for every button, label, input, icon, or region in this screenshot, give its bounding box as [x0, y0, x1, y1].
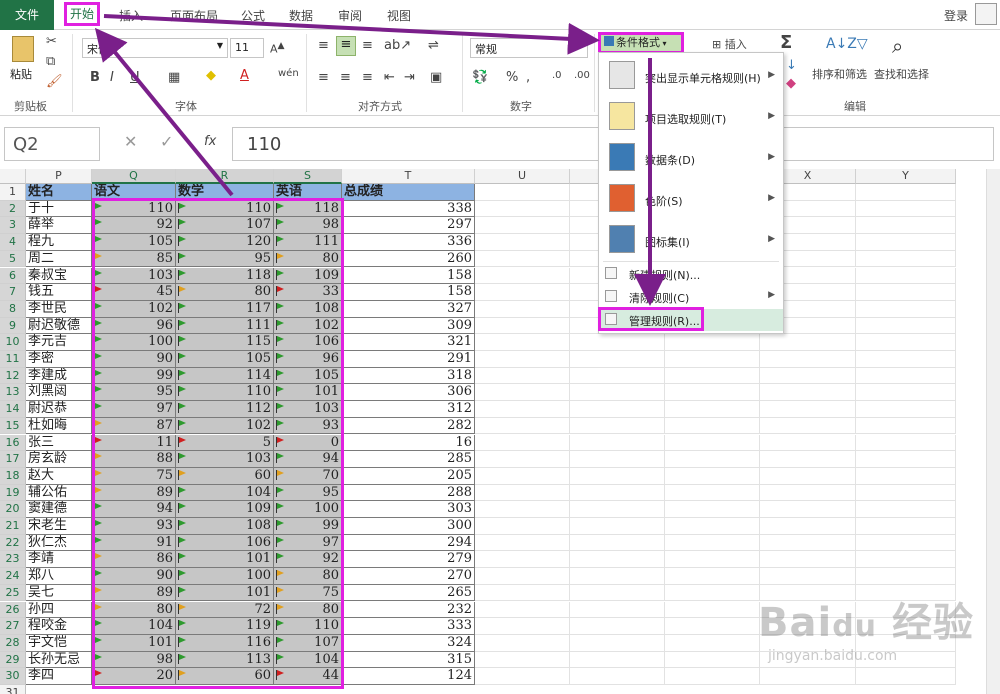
baidu-watermark: Baidu 经验 jingyan.baidu.com — [758, 600, 974, 664]
arrow-to-conditional-format — [103, 14, 600, 55]
arrow-to-home-tab — [94, 27, 234, 197]
